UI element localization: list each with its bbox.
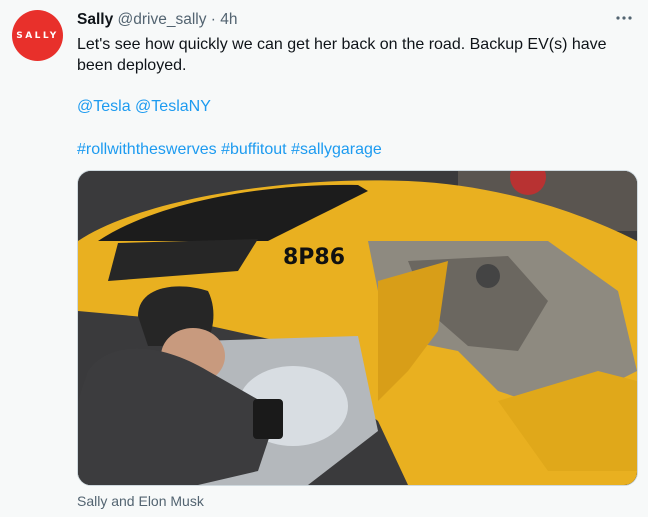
avatar-logo-text: SALLY	[16, 30, 59, 41]
more-dots-icon	[616, 16, 632, 20]
more-icon[interactable]	[614, 8, 634, 28]
tweet-photo[interactable]: 8P86	[77, 170, 638, 486]
user-handle[interactable]: @drive_sally	[118, 11, 207, 28]
separator-dot: ·	[210, 11, 216, 28]
hashtag-link[interactable]: #rollwiththeswerves	[77, 141, 217, 158]
mentions-line: @Tesla @TeslaNY	[77, 96, 211, 117]
mention-link[interactable]: @Tesla	[77, 98, 131, 115]
tweet-text: Let's see how quickly we can get her bac…	[77, 34, 637, 76]
timestamp[interactable]: 4h	[220, 11, 237, 28]
hashtag-link[interactable]: #buffitout	[221, 141, 287, 158]
avatar[interactable]: SALLY	[12, 10, 63, 61]
hashtags-line: #rollwiththeswerves #buffitout #sallygar…	[77, 139, 382, 160]
car-number-text: 8P86	[283, 245, 345, 270]
hashtag-link[interactable]: #sallygarage	[291, 141, 382, 158]
display-name[interactable]: Sally	[77, 11, 113, 28]
mention-link[interactable]: @TeslaNY	[135, 98, 211, 115]
tweet-body: Let's see how quickly we can get her bac…	[77, 36, 607, 74]
tweet-header: Sally @drive_sally · 4h	[77, 10, 238, 30]
media-caption: Sally and Elon Musk	[77, 493, 204, 509]
damaged-taxi-photo: 8P86	[78, 171, 637, 485]
